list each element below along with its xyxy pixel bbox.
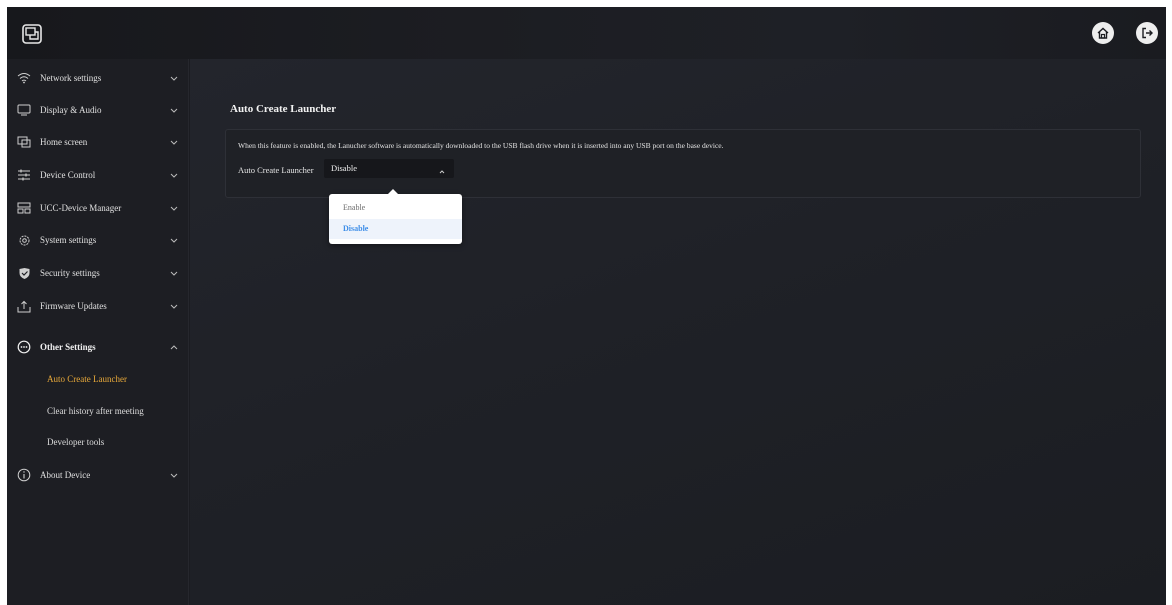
sidebar-item-label: UCC-Device Manager — [40, 203, 122, 213]
sidebar-item-label: Network settings — [40, 73, 102, 83]
sidebar-item-label: Device Control — [40, 170, 96, 180]
select-value: Disable — [331, 163, 357, 173]
screen-share-icon — [21, 23, 43, 45]
shield-icon — [16, 265, 32, 281]
sidebar-subitem-developer-tools[interactable]: Developer tools — [7, 432, 189, 454]
sidebar-item-label: Firmware Updates — [40, 301, 107, 311]
sidebar-subitem-label: Auto Create Launcher — [47, 374, 127, 384]
home-icon — [1097, 27, 1109, 39]
sidebar-item-label: Security settings — [40, 268, 100, 278]
sidebar-item-label: Display & Audio — [40, 105, 102, 115]
feature-description: When this feature is enabled, the Lanuch… — [238, 141, 724, 150]
chevron-down-icon — [169, 73, 179, 83]
settings-panel: When this feature is enabled, the Lanuch… — [225, 129, 1141, 198]
sidebar-item-label: Home screen — [40, 137, 88, 147]
main-content: Auto Create Launcher When this feature i… — [190, 59, 1166, 605]
sidebar-subitem-auto-create-launcher[interactable]: Auto Create Launcher — [7, 369, 189, 391]
sliders-icon — [16, 167, 32, 183]
sidebar-item-display-audio[interactable]: Display & Audio — [7, 97, 189, 123]
chevron-up-icon — [169, 342, 179, 352]
sidebar-subitem-label: Developer tools — [47, 437, 105, 447]
logout-icon — [1142, 27, 1153, 39]
wifi-icon — [16, 70, 32, 86]
auto-create-launcher-label: Auto Create Launcher — [238, 165, 314, 175]
top-bar — [7, 7, 1166, 59]
chevron-down-icon — [169, 170, 179, 180]
logout-button[interactable] — [1136, 22, 1158, 44]
chevron-down-icon — [169, 268, 179, 278]
home-screen-icon — [16, 134, 32, 150]
chevron-down-icon — [169, 470, 179, 480]
sidebar-item-system-settings[interactable]: System settings — [7, 227, 189, 253]
home-button[interactable] — [1092, 22, 1114, 44]
chevron-down-icon — [169, 235, 179, 245]
sidebar-item-firmware-updates[interactable]: Firmware Updates — [7, 293, 189, 319]
sidebar-item-security-settings[interactable]: Security settings — [7, 260, 189, 286]
sidebar-item-label: About Device — [40, 470, 91, 480]
chevron-down-icon — [169, 105, 179, 115]
sidebar-subitem-label: Clear history after meeting — [47, 406, 144, 416]
sidebar-item-other-settings[interactable]: Other Settings — [7, 334, 189, 360]
option-disable[interactable]: Disable — [329, 219, 462, 239]
sidebar-item-network-settings[interactable]: Network settings — [7, 65, 189, 91]
sidebar-subitem-clear-history[interactable]: Clear history after meeting — [7, 401, 189, 423]
sidebar-item-label: Other Settings — [40, 342, 96, 352]
sidebar-item-home-screen[interactable]: Home screen — [7, 129, 189, 155]
sidebar: Network settings Display & Audio Home sc… — [7, 59, 189, 605]
chevron-down-icon — [169, 137, 179, 147]
sidebar-item-about-device[interactable]: About Device — [7, 462, 189, 488]
dropdown-pointer — [388, 189, 398, 194]
select-dropdown-menu: Enable Disable — [329, 189, 462, 244]
option-label: Enable — [343, 203, 366, 212]
chevron-down-icon — [169, 203, 179, 213]
option-enable[interactable]: Enable — [329, 198, 462, 218]
app-window: Network settings Display & Audio Home sc… — [7, 7, 1166, 605]
option-label: Disable — [343, 224, 369, 233]
chevron-down-icon — [169, 301, 179, 311]
gear-icon — [16, 232, 32, 248]
auto-create-launcher-select[interactable]: Disable — [324, 159, 454, 178]
monitor-icon — [16, 102, 32, 118]
sidebar-item-device-control[interactable]: Device Control — [7, 162, 189, 188]
more-icon — [16, 339, 32, 355]
sidebar-item-ucc-device-manager[interactable]: UCC-Device Manager — [7, 195, 189, 221]
device-manager-icon — [16, 200, 32, 216]
sidebar-item-label: System settings — [40, 235, 97, 245]
upload-icon — [16, 298, 32, 314]
chevron-up-icon — [437, 164, 447, 174]
info-icon — [16, 467, 32, 483]
page-title: Auto Create Launcher — [230, 103, 337, 115]
